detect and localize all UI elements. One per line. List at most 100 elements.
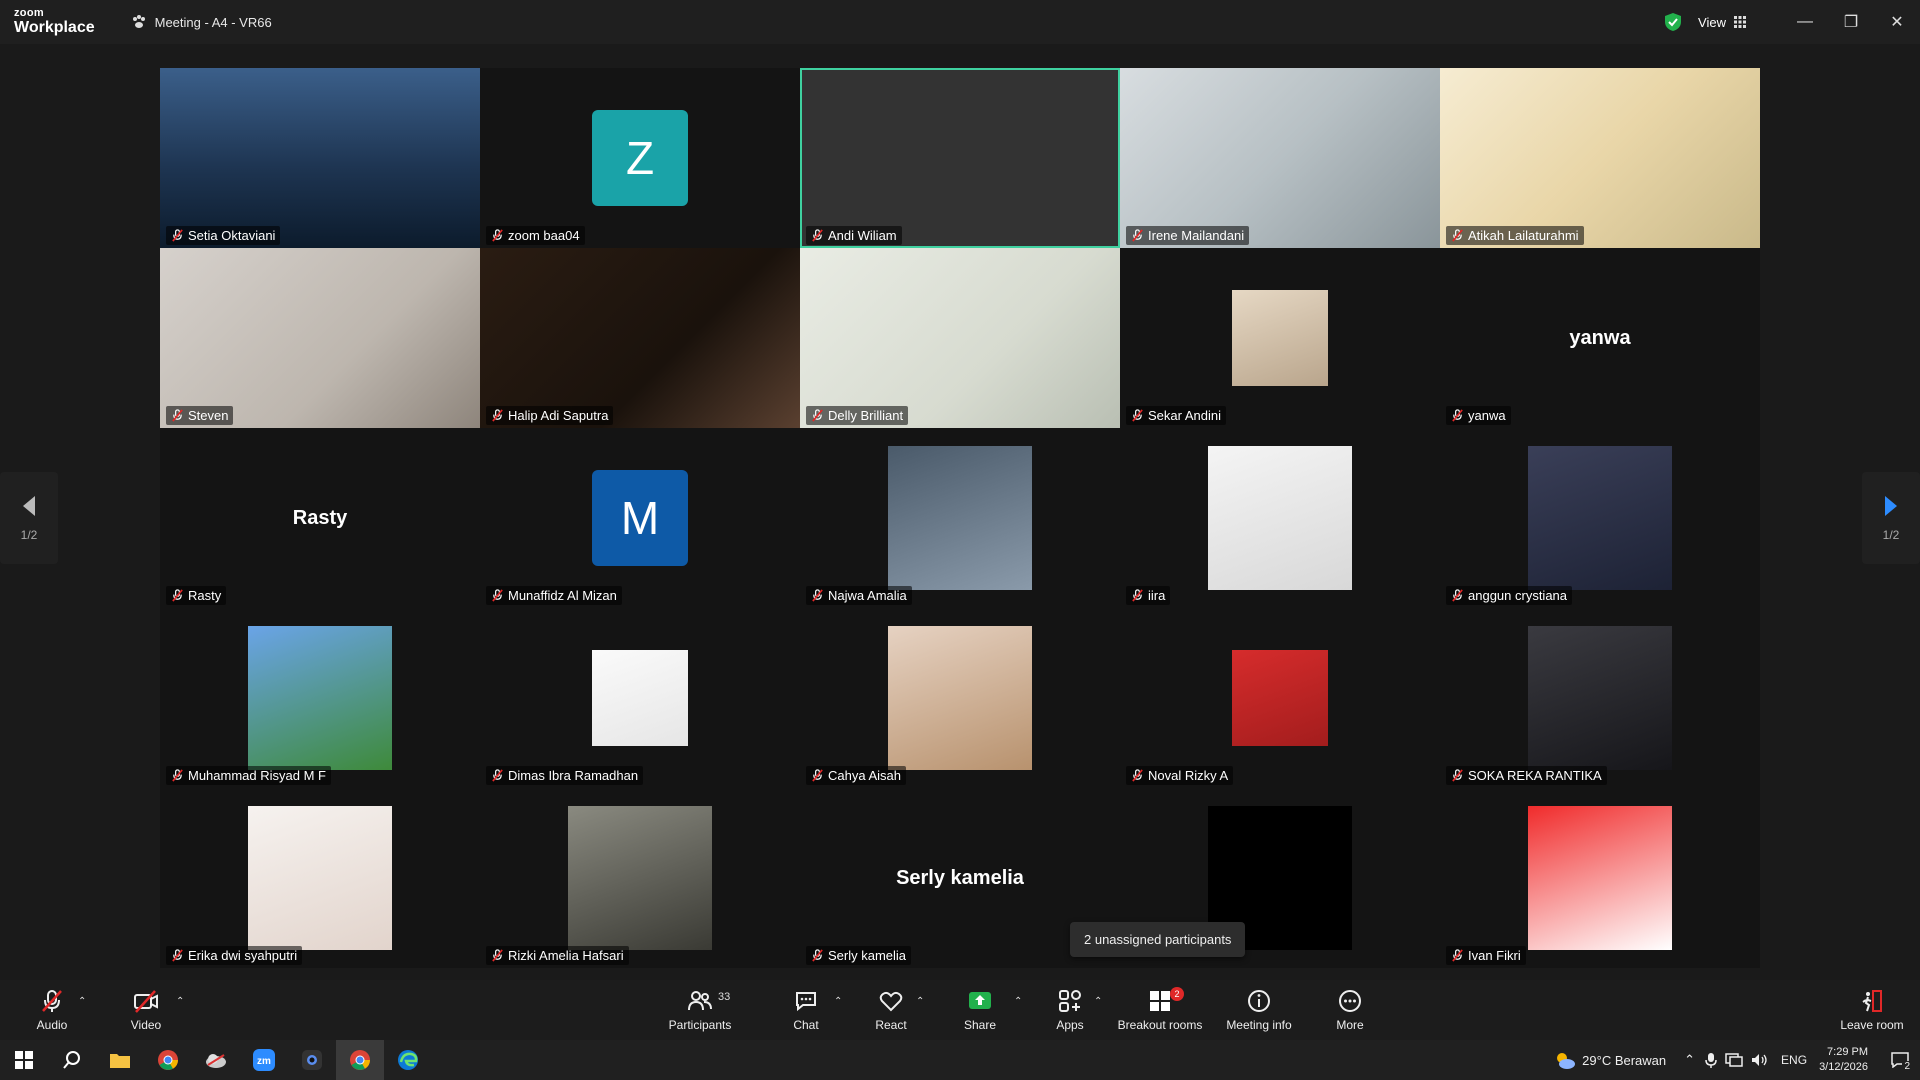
edge-icon[interactable] (384, 1040, 432, 1080)
participant-tile[interactable]: Setia Oktaviani (160, 68, 480, 248)
participant-tile[interactable]: Cahya Aisah (800, 608, 1120, 788)
participant-tile[interactable]: Rizki Amelia Hafsari (480, 788, 800, 968)
app-cloud-icon[interactable] (192, 1040, 240, 1080)
mic-muted-icon (172, 589, 183, 602)
participant-name: SOKA REKA RANTIKA (1446, 766, 1607, 785)
minimize-icon[interactable]: — (1782, 0, 1828, 44)
audio-options-caret[interactable]: ⌃ (78, 996, 86, 1007)
apps-button[interactable]: Apps (1050, 980, 1090, 1040)
info-icon (1248, 990, 1270, 1012)
camera-off-icon (134, 990, 158, 1013)
participant-tile[interactable]: Zzoom baa04 (480, 68, 800, 248)
svg-text:zm: zm (257, 1056, 271, 1067)
chrome-active-icon[interactable] (336, 1040, 384, 1080)
participant-tile[interactable]: yanwa yanwa (1440, 248, 1760, 428)
notifications-icon[interactable]: 2 (1880, 1040, 1920, 1080)
participants-button[interactable]: Participants 33 (660, 980, 740, 1040)
title-bar: zoom Workplace Meeting - A4 - VR66 View … (0, 0, 1920, 44)
participant-tile[interactable]: Andi Wiliam (800, 68, 1120, 248)
language-indicator[interactable]: ENG (1781, 1053, 1807, 1067)
next-page-button[interactable]: 1/2 (1862, 472, 1920, 564)
participant-tile[interactable]: Najwa Amalia (800, 428, 1120, 608)
meeting-toolbar: Audio ⌃ Video ⌃ Participants 33 Chat ⌃ R… (0, 980, 1920, 1040)
zoom-app-icon[interactable]: zm (240, 1040, 288, 1080)
mic-muted-icon (812, 589, 823, 602)
participant-tile[interactable]: Steven (160, 248, 480, 428)
participant-name: zoom baa04 (486, 226, 585, 245)
profile-photo (888, 446, 1032, 590)
participant-tile[interactable]: Delly Brilliant (800, 248, 1120, 428)
mic-muted-icon (492, 409, 503, 422)
mic-muted-icon (1452, 409, 1463, 422)
participant-tile[interactable]: Dimas Ibra Ramadhan (480, 608, 800, 788)
video-button[interactable]: Video (124, 980, 168, 1040)
profile-photo (1208, 446, 1352, 590)
share-button[interactable]: Share (960, 980, 1000, 1040)
microphone-icon[interactable] (1705, 1052, 1717, 1068)
participant-tile[interactable]: Muhammad Risyad M F (160, 608, 480, 788)
file-explorer-icon[interactable] (96, 1040, 144, 1080)
participant-tile[interactable]: Erika dwi syahputri (160, 788, 480, 968)
chrome-icon[interactable] (144, 1040, 192, 1080)
participant-tile[interactable]: Rasty Rasty (160, 428, 480, 608)
participant-tile[interactable]: Ivan Fikri (1440, 788, 1760, 968)
restore-icon[interactable]: ❐ (1828, 0, 1874, 44)
more-button[interactable]: More (1330, 980, 1370, 1040)
react-button[interactable]: React (868, 980, 914, 1040)
camera-app-icon[interactable] (288, 1040, 336, 1080)
mic-muted-icon (492, 949, 503, 962)
chat-options-caret[interactable]: ⌃ (834, 996, 842, 1007)
unassigned-participants-tooltip[interactable]: 2 unassigned participants (1070, 922, 1246, 957)
chat-icon (796, 992, 816, 1012)
tray-chevron-icon[interactable]: ⌃ (1684, 1052, 1695, 1068)
weather-icon[interactable] (1554, 1050, 1576, 1070)
meeting-info-button[interactable]: Meeting info (1222, 980, 1296, 1040)
grid-icon (1734, 16, 1746, 28)
leave-room-button[interactable]: Leave room (1836, 980, 1908, 1040)
arrow-left-icon (23, 496, 35, 516)
apps-icon (1059, 990, 1081, 1012)
weather-text[interactable]: 29°C Berawan (1582, 1053, 1666, 1068)
video-options-caret[interactable]: ⌃ (176, 996, 184, 1007)
apps-options-caret[interactable]: ⌃ (1094, 996, 1102, 1007)
participant-tile[interactable]: Noval Rizky A (1120, 608, 1440, 788)
network-icon[interactable] (1725, 1053, 1743, 1067)
windows-start-icon[interactable] (0, 1040, 48, 1080)
participant-tile[interactable]: SOKA REKA RANTIKA (1440, 608, 1760, 788)
heart-icon (879, 991, 903, 1012)
view-button[interactable]: View (1698, 15, 1746, 30)
meeting-title[interactable]: Meeting - A4 - VR66 (131, 14, 272, 30)
profile-photo (592, 650, 688, 746)
participant-tile[interactable]: iira (1120, 428, 1440, 608)
mic-muted-icon (492, 589, 503, 602)
participant-tile[interactable]: Irene Mailandani (1120, 68, 1440, 248)
avatar-letter: Z (592, 110, 688, 206)
volume-icon[interactable] (1751, 1053, 1769, 1067)
participant-name: Halip Adi Saputra (486, 406, 614, 425)
clock[interactable]: 7:29 PM 3/12/2026 (1819, 1045, 1868, 1075)
close-icon[interactable]: ✕ (1874, 0, 1920, 44)
share-options-caret[interactable]: ⌃ (1014, 996, 1022, 1007)
profile-photo (248, 806, 392, 950)
profile-photo (888, 626, 1032, 770)
breakout-rooms-button[interactable]: Breakout rooms 2 (1116, 980, 1204, 1040)
participant-tile[interactable]: Atikah Lailaturahmi (1440, 68, 1760, 248)
participant-name: Irene Mailandani (1126, 226, 1250, 245)
security-shield-icon[interactable] (1664, 12, 1682, 32)
participant-name: Andi Wiliam (806, 226, 902, 245)
participant-tile[interactable]: Halip Adi Saputra (480, 248, 800, 428)
participant-tile[interactable]: anggun crystiana (1440, 428, 1760, 608)
profile-photo (248, 626, 392, 770)
mic-muted-icon (172, 949, 183, 962)
mic-muted-icon (812, 949, 823, 962)
previous-page-button[interactable]: 1/2 (0, 472, 58, 564)
display-name: Rasty (292, 506, 348, 529)
participant-tile[interactable]: M Munaffidz Al Mizan (480, 428, 800, 608)
profile-photo (1232, 650, 1328, 746)
search-icon[interactable] (48, 1040, 96, 1080)
react-options-caret[interactable]: ⌃ (916, 996, 924, 1007)
chat-button[interactable]: Chat (786, 980, 826, 1040)
audio-button[interactable]: Audio (30, 980, 74, 1040)
participant-tile[interactable]: Sekar Andini (1120, 248, 1440, 428)
participant-name: Setia Oktaviani (166, 226, 281, 245)
